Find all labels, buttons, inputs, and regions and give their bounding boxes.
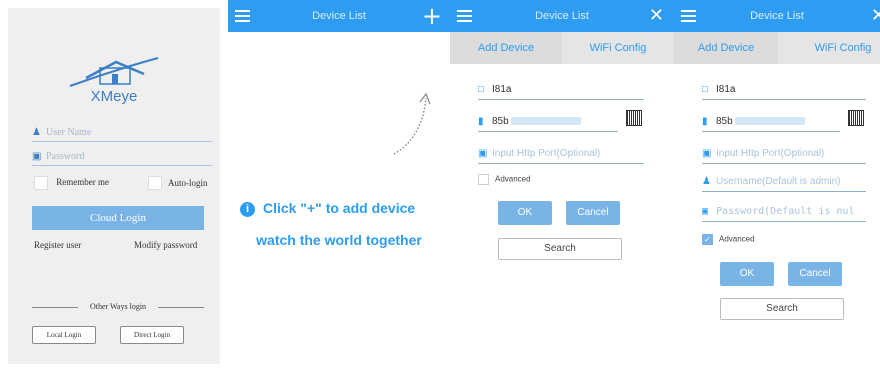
add-device-advanced-screen: Device List ✕ Add Device WiFi Config □ I8…	[674, 0, 880, 371]
port-icon: ▣	[702, 148, 712, 159]
info-icon: i	[240, 202, 255, 217]
port-placeholder: Input Http Port(Optional)	[716, 148, 825, 159]
serial-prefix: 85b	[716, 116, 733, 127]
plus-icon[interactable]: +	[422, 2, 442, 30]
tab-add-device[interactable]: Add Device	[674, 32, 778, 64]
password-field[interactable]: ▣ Password(Default is nul	[702, 204, 866, 222]
ok-button[interactable]: OK	[720, 262, 774, 286]
add-device-hint: i Click "+" to add device	[240, 200, 450, 217]
password-placeholder: Password	[46, 151, 85, 162]
user-icon: ♟	[702, 176, 711, 187]
qr-code-icon[interactable]	[848, 110, 864, 126]
header-title: Device List	[312, 10, 366, 22]
hint-line1: Click "+" to add device	[263, 200, 416, 216]
header-bar: Device List ✕	[674, 0, 880, 32]
hint-line2: watch the world together	[256, 232, 422, 248]
cancel-button[interactable]: Cancel	[788, 262, 842, 286]
remember-me-checkbox[interactable]	[34, 176, 48, 190]
advanced-label: Advanced	[719, 234, 755, 244]
lock-icon: ▣	[702, 206, 709, 217]
password-placeholder: Password(Default is nul	[716, 206, 855, 217]
divider-left	[32, 307, 78, 308]
advanced-checkbox[interactable]	[478, 174, 489, 185]
modify-password-link[interactable]: Modify password	[134, 240, 197, 250]
search-button[interactable]: Search	[720, 298, 844, 320]
remember-me-label: Remember me	[56, 177, 109, 188]
direct-login-button[interactable]: Direct Login	[120, 326, 184, 344]
password-field[interactable]: ▣ Password	[32, 150, 212, 166]
port-icon: ▣	[478, 148, 488, 159]
device-name-field[interactable]: □ I81a	[702, 82, 866, 100]
qr-code-icon[interactable]	[626, 110, 642, 126]
header-bar: Device List ✕	[450, 0, 674, 32]
advanced-label: Advanced	[495, 174, 531, 184]
other-ways-divider: Other Ways login	[32, 302, 204, 312]
username-field[interactable]: ♟ User Name	[32, 126, 212, 142]
serial-prefix: 85b	[492, 116, 509, 127]
device-list-screen: Device List + i Click "+" to add device w…	[228, 0, 450, 371]
close-icon[interactable]: ✕	[871, 0, 880, 32]
login-options: Remember me Auto-login	[34, 176, 210, 192]
close-icon[interactable]: ✕	[649, 0, 664, 32]
lock-icon: ▣	[32, 151, 42, 162]
header-bar: Device List +	[228, 0, 450, 32]
monitor-icon: □	[478, 84, 485, 95]
barcode-icon: ▮	[702, 116, 708, 127]
serial-obscured	[511, 117, 582, 126]
serial-number-field[interactable]: ▮ 85b	[478, 114, 618, 132]
add-device-screen: Device List ✕ Add Device WiFi Config □ I8…	[450, 0, 674, 371]
device-name-value: I81a	[492, 84, 512, 95]
user-icon: ♟	[32, 127, 41, 138]
ok-button[interactable]: OK	[498, 201, 552, 225]
serial-number-field[interactable]: ▮ 85b	[702, 114, 840, 132]
auto-login-label: Auto-login	[168, 178, 208, 188]
login-screen: XMeye ♟ User Name ▣ Password Remember me A…	[0, 0, 228, 371]
other-ways-label: Other Ways login	[89, 302, 147, 311]
curved-arrow-icon	[393, 92, 431, 155]
username-field[interactable]: ♟ Username(Default is admin)	[702, 174, 866, 192]
header-title: Device List	[750, 10, 804, 22]
username-placeholder: User Name	[46, 127, 92, 138]
header-title: Device List	[535, 10, 589, 22]
tab-add-device[interactable]: Add Device	[450, 32, 562, 64]
advanced-option[interactable]: ✓ Advanced	[702, 234, 755, 245]
username-placeholder: Username(Default is admin)	[716, 176, 841, 187]
port-field[interactable]: ▣ Input Http Port(Optional)	[478, 146, 644, 164]
tab-wifi-config[interactable]: WiFi Config	[778, 32, 880, 64]
tab-bar: Add Device WiFi Config	[450, 32, 674, 64]
app-name: XMeye	[90, 88, 138, 105]
port-field[interactable]: ▣ Input Http Port(Optional)	[702, 146, 866, 164]
register-user-link[interactable]: Register user	[34, 240, 81, 250]
tab-wifi-config[interactable]: WiFi Config	[562, 32, 674, 64]
monitor-icon: □	[702, 84, 709, 95]
advanced-checkbox-checked[interactable]: ✓	[702, 234, 713, 245]
search-button[interactable]: Search	[498, 238, 622, 260]
divider-right	[158, 307, 204, 308]
auto-login-checkbox[interactable]	[148, 176, 162, 190]
advanced-option[interactable]: Advanced	[478, 174, 531, 185]
device-name-value: I81a	[716, 84, 736, 95]
serial-obscured	[735, 117, 806, 126]
tab-bar: Add Device WiFi Config	[674, 32, 880, 64]
port-placeholder: Input Http Port(Optional)	[492, 148, 601, 159]
cloud-login-button[interactable]: Cloud Login	[32, 206, 204, 230]
local-login-button[interactable]: Local Login	[32, 326, 96, 344]
login-card: XMeye ♟ User Name ▣ Password Remember me A…	[8, 8, 220, 364]
cancel-button[interactable]: Cancel	[566, 201, 620, 225]
device-name-field[interactable]: □ I81a	[478, 82, 644, 100]
barcode-icon: ▮	[478, 116, 484, 127]
